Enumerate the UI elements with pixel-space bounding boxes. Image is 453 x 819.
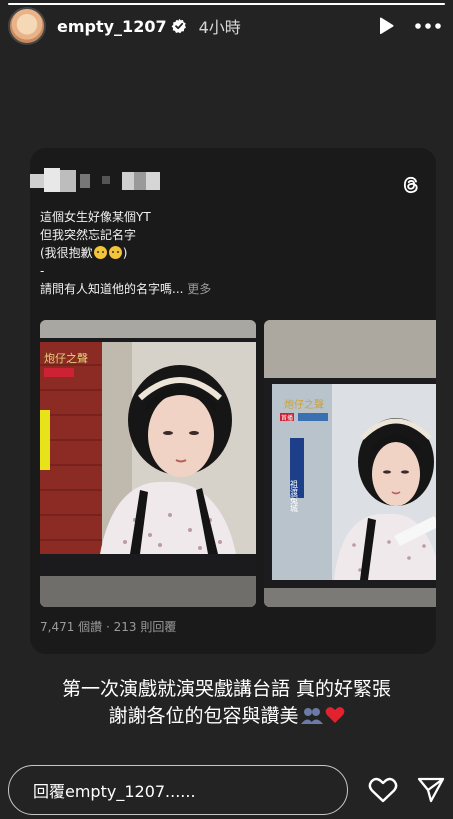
post-line-3-start: (我很抱歉: [40, 246, 93, 260]
post-photo-2[interactable]: 炮仔之聲 首播 祖渡冤城: [264, 320, 436, 607]
post-line-3-end: ): [122, 246, 128, 260]
post-line-1: 這個女生好像某個YT: [40, 210, 151, 224]
post-line-2: 但我突然忘記名字: [40, 228, 137, 242]
tv-logo-text: 炮仔之聲: [44, 351, 88, 365]
post-photos[interactable]: 炮仔之聲 炮仔之聲 首播 祖渡冤城: [40, 320, 436, 607]
story-progress-fill: [8, 3, 445, 5]
caption-line-2: 謝謝各位的包容與讚美: [0, 703, 453, 730]
people-icon: [300, 708, 323, 724]
caption-line-2-text: 謝謝各位的包容與讚美: [108, 705, 299, 727]
post-time: 4小時: [198, 18, 241, 37]
blurred-username: [30, 166, 165, 194]
post-line-5: 請問有人知道他的名字嗎... 更多: [40, 280, 420, 298]
story-header: empty_1207 4小時: [0, 6, 453, 46]
post-text: 這個女生好像某個YT 但我突然忘記名字 (我很抱歉) - 請問有人知道他的名字嗎…: [40, 208, 420, 298]
send-icon[interactable]: [417, 777, 445, 807]
verified-icon: [171, 18, 187, 34]
post-photo-1[interactable]: 炮仔之聲: [40, 320, 256, 607]
heart-emoji-icon: [325, 707, 344, 723]
more-link[interactable]: 更多: [187, 282, 211, 296]
reply-input[interactable]: 回覆empty_1207......: [8, 765, 348, 815]
tv-logo-text-2: 炮仔之聲: [284, 398, 324, 411]
pleading-face-icon: [93, 246, 107, 259]
play-icon[interactable]: [377, 16, 395, 36]
post-line-3: (我很抱歉): [40, 244, 420, 262]
pleading-face-icon: [108, 246, 122, 259]
more-icon[interactable]: [415, 23, 441, 29]
heart-icon[interactable]: [368, 777, 398, 807]
story-caption: 第一次演戲就演哭戲講台語 真的好緊張 謝謝各位的包容與讚美: [0, 676, 453, 730]
post-line-4: -: [40, 264, 45, 278]
shared-post-card[interactable]: 這個女生好像某個YT 但我突然忘記名字 (我很抱歉) - 請問有人知道他的名字嗎…: [30, 148, 436, 654]
username[interactable]: empty_1207: [57, 17, 167, 36]
tv-caption-text: 祖渡冤城: [290, 479, 299, 513]
tv-badge-text: 首播: [281, 414, 293, 422]
post-stats: 7,471 個讚 · 213 則回覆: [40, 620, 177, 634]
reply-placeholder: 回覆empty_1207......: [33, 782, 196, 801]
story-progress-bar: [8, 3, 445, 5]
avatar[interactable]: [8, 7, 46, 45]
post-line-5-text: 請問有人知道他的名字嗎...: [40, 282, 184, 296]
threads-icon: [400, 174, 422, 200]
caption-line-1: 第一次演戲就演哭戲講台語 真的好緊張: [61, 678, 392, 700]
